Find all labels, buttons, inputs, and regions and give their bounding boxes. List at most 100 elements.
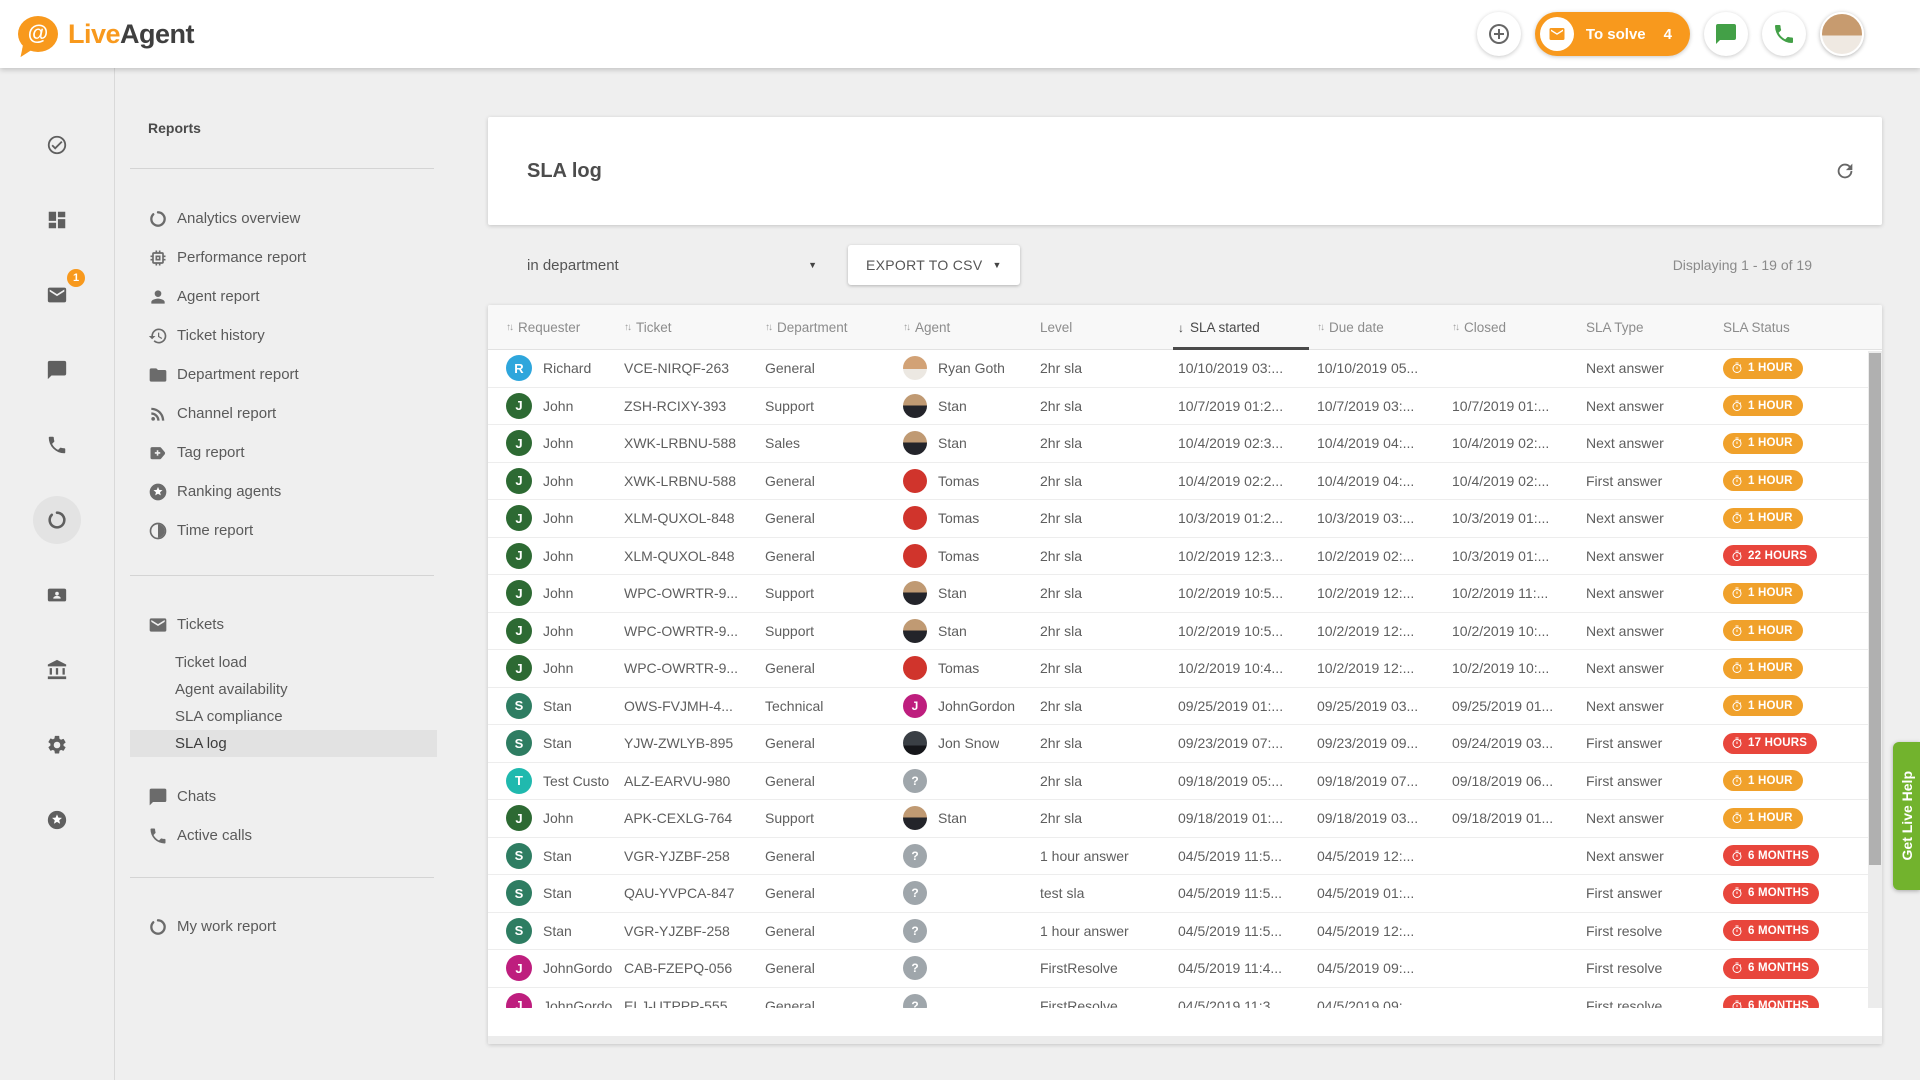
table-row[interactable]: JJohnXLM-QUXOL-848GeneralTomas2hr sla10/… xyxy=(488,538,1882,576)
table-row[interactable]: JJohnGordoELJ-UTPPP-555General?FirstReso… xyxy=(488,988,1882,1009)
due-date: 09/18/2019 07... xyxy=(1317,773,1452,789)
get-live-help-tab[interactable]: Get Live Help xyxy=(1893,742,1920,890)
sidebar-item-chats[interactable]: Chats xyxy=(115,777,452,816)
calls-button[interactable] xyxy=(1762,12,1806,56)
ticket-code: WPC-OWRTR-9... xyxy=(624,660,765,676)
add-button[interactable] xyxy=(1477,12,1521,56)
level: 2hr sla xyxy=(1040,473,1178,489)
column-label: Requester xyxy=(518,320,580,335)
table-row[interactable]: SStanYJW-ZWLYB-895GeneralJon Snow2hr sla… xyxy=(488,725,1882,763)
rail-dashboard[interactable] xyxy=(33,196,81,244)
closed: 09/25/2019 01... xyxy=(1452,698,1586,714)
sla-started: 10/2/2019 12:3... xyxy=(1178,548,1317,564)
requester-avatar: T xyxy=(506,768,532,794)
rail-customers[interactable] xyxy=(33,571,81,619)
logo-bubble-icon: @ xyxy=(18,16,58,52)
ticket-code: XWK-LRBNU-588 xyxy=(624,473,765,489)
user-avatar[interactable] xyxy=(1820,12,1864,56)
sidebar-item-time-report[interactable]: Time report xyxy=(115,511,452,550)
sidebar-item-analytics-overview[interactable]: Analytics overview xyxy=(115,199,452,238)
export-to-csv-button[interactable]: EXPORT TO CSV ▼ xyxy=(848,245,1020,285)
level: FirstResolve xyxy=(1040,998,1178,1008)
sidebar-item-active-calls[interactable]: Active calls xyxy=(115,816,452,855)
rail-settings[interactable] xyxy=(33,721,81,769)
level: 2hr sla xyxy=(1040,698,1178,714)
requester-avatar: J xyxy=(506,993,532,1008)
sla-status-badge: 1 HOUR xyxy=(1723,695,1803,716)
table-row[interactable]: JJohnXWK-LRBNU-588SalesStan2hr sla10/4/2… xyxy=(488,425,1882,463)
sla-started: 09/18/2019 01:... xyxy=(1178,810,1317,826)
chat-icon xyxy=(46,359,68,381)
table-row[interactable]: JJohnWPC-OWRTR-9...SupportStan2hr sla10/… xyxy=(488,575,1882,613)
table-row[interactable]: SStanOWS-FVJMH-4...TechnicalJJohnGordon2… xyxy=(488,688,1882,726)
table-row[interactable]: JJohnXLM-QUXOL-848GeneralTomas2hr sla10/… xyxy=(488,500,1882,538)
table-row[interactable]: TTest CustoALZ-EARVU-980General?2hr sla0… xyxy=(488,763,1882,801)
timer-icon xyxy=(1731,850,1743,862)
sidebar-item-label: Time report xyxy=(177,522,253,539)
sort-icon: ↑↓ xyxy=(1452,322,1458,333)
sidebar-item-department-report[interactable]: Department report xyxy=(115,355,452,394)
sidebar-item-tickets[interactable]: Tickets xyxy=(115,605,452,644)
rail-addons[interactable] xyxy=(33,796,81,844)
table-row[interactable]: JJohnAPK-CEXLG-764SupportStan2hr sla09/1… xyxy=(488,800,1882,838)
timer-icon xyxy=(1731,587,1743,599)
department: General xyxy=(765,473,903,489)
table-row[interactable]: JJohnGordoCAB-FZEPQ-056General?FirstReso… xyxy=(488,950,1882,988)
rail-company[interactable] xyxy=(33,646,81,694)
sidebar-subitem-ticket-load[interactable]: Ticket load xyxy=(130,649,437,676)
sidebar-item-tag-report[interactable]: Tag report xyxy=(115,433,452,472)
sla-type: Next answer xyxy=(1586,698,1723,714)
sidebar-item-agent-report[interactable]: Agent report xyxy=(115,277,452,316)
sidebar-item-my-work-report[interactable]: My work report xyxy=(115,907,452,946)
chats-button[interactable] xyxy=(1704,12,1748,56)
sidebar-item-channel-report[interactable]: Channel report xyxy=(115,394,452,433)
ticket-code: XLM-QUXOL-848 xyxy=(624,510,765,526)
sla-started: 10/4/2019 02:2... xyxy=(1178,473,1317,489)
column-header-closed[interactable]: ↑↓Closed xyxy=(1452,305,1586,350)
rail-reports[interactable] xyxy=(33,496,81,544)
column-header-due-date[interactable]: ↑↓Due date xyxy=(1317,305,1452,350)
table-row[interactable]: SStanQAU-YVPCA-847General?test sla04/5/2… xyxy=(488,875,1882,913)
sla-status-badge: 1 HOUR xyxy=(1723,620,1803,641)
column-header-agent[interactable]: ↑↓Agent xyxy=(903,305,1040,350)
tickets-subitems: Ticket loadAgent availabilitySLA complia… xyxy=(115,649,452,757)
column-header-level[interactable]: Level xyxy=(1040,305,1178,350)
sidebar-item-performance-report[interactable]: Performance report xyxy=(115,238,452,277)
column-header-ticket[interactable]: ↑↓Ticket xyxy=(624,305,765,350)
scrollbar-thumb[interactable] xyxy=(1869,353,1881,865)
sidebar-subitem-agent-availability[interactable]: Agent availability xyxy=(130,676,437,703)
closed: 10/7/2019 01:... xyxy=(1452,398,1586,414)
table-row[interactable]: SStanVGR-YJZBF-258General?1 hour answer0… xyxy=(488,913,1882,951)
to-solve-button[interactable]: To solve 4 xyxy=(1535,12,1690,56)
liveagent-logo: @ LiveAgent xyxy=(0,16,194,52)
closed: 10/3/2019 01:... xyxy=(1452,548,1586,564)
department-filter-dropdown[interactable]: in department ▼ xyxy=(527,257,817,274)
sidebar-subitem-sla-log[interactable]: SLA log xyxy=(130,730,437,757)
rail-chats[interactable] xyxy=(33,346,81,394)
sidebar-item-ticket-history[interactable]: Ticket history xyxy=(115,316,452,355)
rail-tickets[interactable]: 1 xyxy=(33,271,81,319)
column-header-sla-type[interactable]: SLA Type xyxy=(1586,305,1723,350)
timer-icon xyxy=(1731,737,1743,749)
vertical-scrollbar[interactable] xyxy=(1868,351,1882,1008)
table-row[interactable]: JJohnZSH-RCIXY-393SupportStan2hr sla10/7… xyxy=(488,388,1882,426)
rail-tasks[interactable] xyxy=(33,121,81,169)
table-row[interactable]: SStanVGR-YJZBF-258General?1 hour answer0… xyxy=(488,838,1882,876)
column-header-sla-started[interactable]: ↓SLA started xyxy=(1178,305,1317,350)
column-header-department[interactable]: ↑↓Department xyxy=(765,305,903,350)
sidebar-item-ranking-agents[interactable]: Ranking agents xyxy=(115,472,452,511)
table-row[interactable]: JJohnXWK-LRBNU-588GeneralTomas2hr sla10/… xyxy=(488,463,1882,501)
sidebar-subitem-sla-compliance[interactable]: SLA compliance xyxy=(130,703,437,730)
table-row[interactable]: JJohnWPC-OWRTR-9...GeneralTomas2hr sla10… xyxy=(488,650,1882,688)
column-header-requester[interactable]: ↑↓Requester xyxy=(506,305,624,350)
table-row[interactable]: RRichardVCE-NIRQF-263GeneralRyan Goth2hr… xyxy=(488,350,1882,388)
refresh-button[interactable] xyxy=(1834,160,1856,182)
column-header-sla-status[interactable]: SLA Status xyxy=(1723,305,1882,350)
closed: 10/3/2019 01:... xyxy=(1452,510,1586,526)
rail-calls[interactable] xyxy=(33,421,81,469)
sla-type: Next answer xyxy=(1586,548,1723,564)
table-row[interactable]: JJohnWPC-OWRTR-9...SupportStan2hr sla10/… xyxy=(488,613,1882,651)
sla-started: 10/2/2019 10:5... xyxy=(1178,623,1317,639)
ticket-code: VGR-YJZBF-258 xyxy=(624,923,765,939)
horizontal-scrollbar[interactable] xyxy=(488,1036,1882,1044)
